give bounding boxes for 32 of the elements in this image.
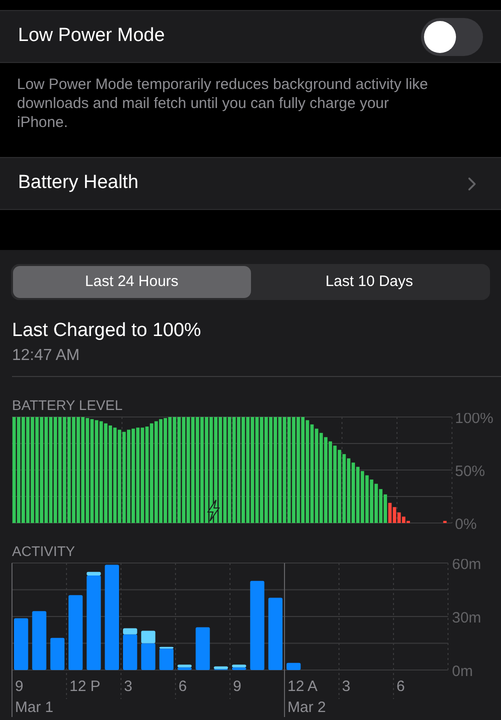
- axis-label: 6: [178, 678, 187, 695]
- charging-bolt-icon: [207, 500, 220, 522]
- axis-label: 9: [233, 678, 242, 695]
- toggle-switch[interactable]: [421, 18, 483, 56]
- tab[interactable]: Last 10 Days: [250, 266, 488, 298]
- axis-label: 50%: [455, 463, 486, 480]
- axis-label: 30m: [452, 610, 482, 626]
- axis-label: 9: [15, 678, 24, 695]
- axis-label: 0m: [452, 663, 473, 680]
- chart-title: BATTERY LEVEL: [11, 396, 124, 413]
- last-charged-title: Last Charged to 100%: [12, 319, 202, 343]
- axis-label: 12 A: [288, 678, 318, 695]
- row-label: Low Power Mode: [18, 24, 165, 48]
- tab[interactable]: Last 24 Hours: [13, 266, 250, 298]
- last-charged-time: 12:47 AM: [12, 346, 81, 366]
- date-label: Mar 1: [15, 699, 54, 716]
- activity-bar: [14, 618, 28, 670]
- activity-bar: [32, 611, 46, 670]
- description-text: Low Power Mode temporarily reduces background activity like downloads and mail fetch until you can fully charge your iPhone.: [17, 75, 430, 132]
- chart-title: ACTIVITY: [11, 542, 76, 559]
- axis-label: 3: [124, 678, 132, 695]
- axis-label: 6: [396, 678, 405, 695]
- axis-label: 3: [342, 678, 350, 695]
- battery-health-row[interactable]: Battery Health: [0, 157, 501, 210]
- activity-bar: [286, 662, 301, 670]
- activity-bar: [196, 627, 210, 670]
- segmented-control[interactable]: Last 24 Hours Last 10 Days: [11, 264, 490, 300]
- battery-bar: [443, 520, 447, 523]
- activity-bar: [50, 638, 64, 670]
- date-label: Mar 2: [288, 699, 326, 716]
- axis-label: 0%: [455, 516, 477, 529]
- axis-label: 12 P: [70, 678, 100, 695]
